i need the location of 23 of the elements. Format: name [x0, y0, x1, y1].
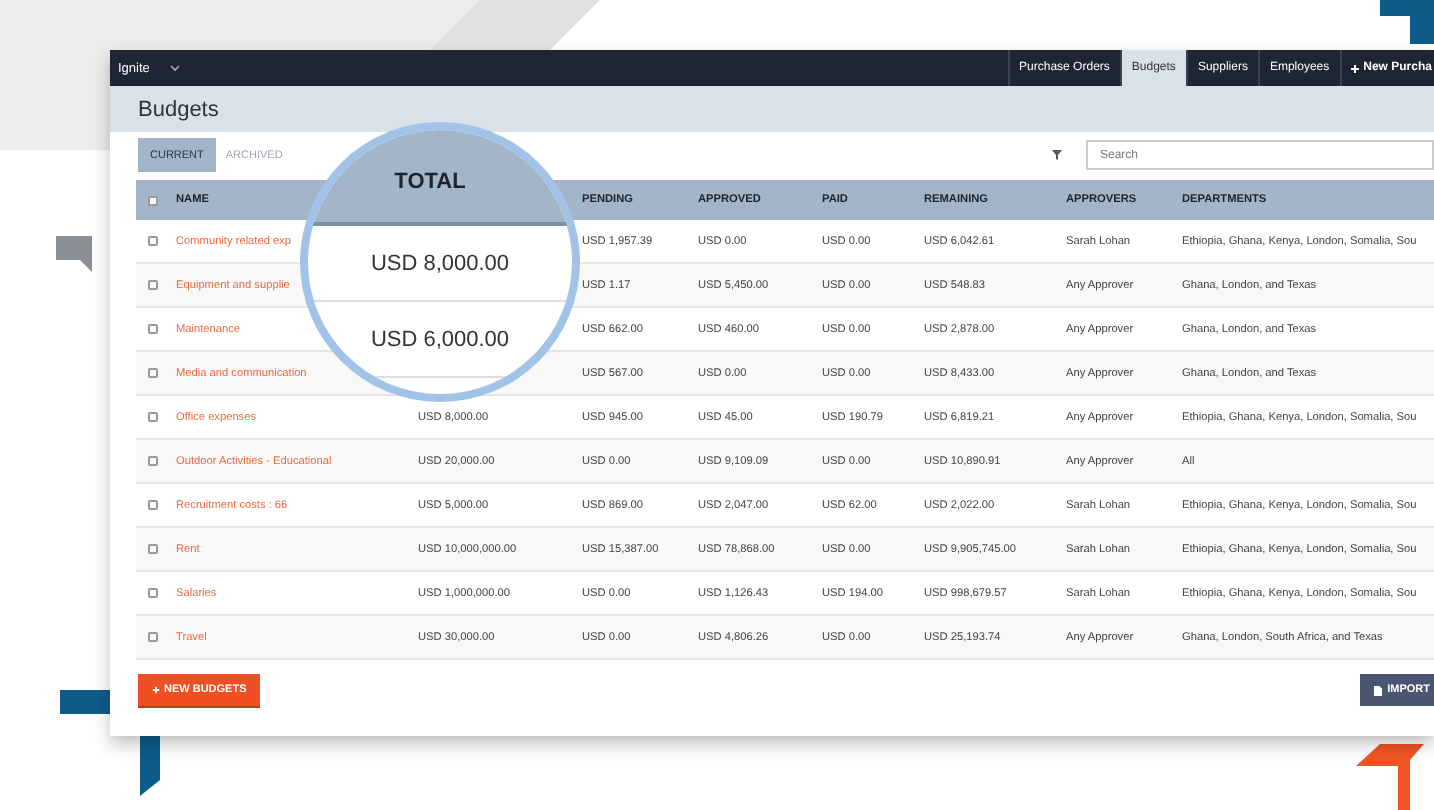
page-title: Budgets [138, 97, 219, 121]
row-checkbox[interactable] [148, 412, 158, 422]
document-icon [1373, 685, 1382, 695]
column-header: TOTAL [394, 170, 466, 194]
caret-icon[interactable] [169, 64, 180, 72]
row-checkbox[interactable] [148, 544, 158, 554]
corner-bracket [1380, 0, 1434, 44]
corner-bracket [56, 236, 92, 272]
table-cell: USD 6,000.00 [370, 327, 510, 351]
row-checkbox[interactable] [148, 324, 158, 334]
row-checkbox[interactable] [148, 632, 158, 642]
select-all-checkbox[interactable] [148, 195, 158, 205]
plus-icon [152, 686, 160, 694]
table-cell: USD 8,000.00 [370, 251, 510, 275]
row-checkbox[interactable] [148, 456, 158, 466]
row-checkbox[interactable] [148, 368, 158, 378]
row-checkbox[interactable] [148, 588, 158, 598]
row-checkbox[interactable] [148, 280, 158, 290]
corner-bracket [1356, 744, 1424, 810]
plus-icon [1349, 63, 1360, 73]
row-checkbox[interactable] [148, 236, 158, 246]
row-checkbox[interactable] [148, 500, 158, 510]
filter-icon[interactable] [1052, 150, 1062, 160]
